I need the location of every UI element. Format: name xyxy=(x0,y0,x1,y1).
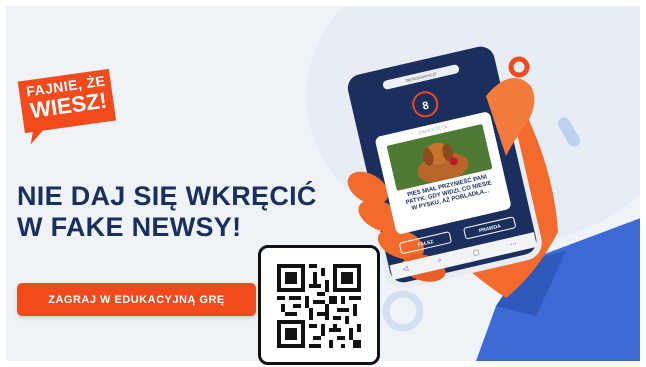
status-time: 9:41 xyxy=(353,78,364,87)
search-icon[interactable]: ⌕ xyxy=(437,257,443,266)
true-button[interactable]: PRAWDA xyxy=(463,216,517,240)
headline-line-1: NIE DAJ SIĘ WKRĘCIĆ xyxy=(17,181,317,211)
page-headline: NIE DAJ SIĘ WKRĘCIĆ W FAKE NEWSY! xyxy=(17,181,327,243)
score-badge: 8 xyxy=(409,88,441,120)
qr-code[interactable] xyxy=(258,245,380,365)
back-icon[interactable]: ◁ xyxy=(402,264,409,273)
tabs-icon[interactable]: ▢ xyxy=(472,248,480,257)
brand-logo: FAJNIE, ŻE WIESZ! xyxy=(13,64,121,145)
news-card: ZWIERZĘTA PIES MIAŁ PRZYNIEŚĆ PANI PATYK… xyxy=(374,110,512,235)
play-game-button[interactable]: ZAGRAJ W EDUKACYJNĄ GRĘ xyxy=(17,283,256,316)
more-icon[interactable]: ⋯ xyxy=(509,239,517,248)
headline-line-2: W FAKE NEWSY! xyxy=(17,212,242,242)
qr-code-icon xyxy=(277,264,361,348)
false-button[interactable]: FAŁSZ xyxy=(398,231,453,255)
